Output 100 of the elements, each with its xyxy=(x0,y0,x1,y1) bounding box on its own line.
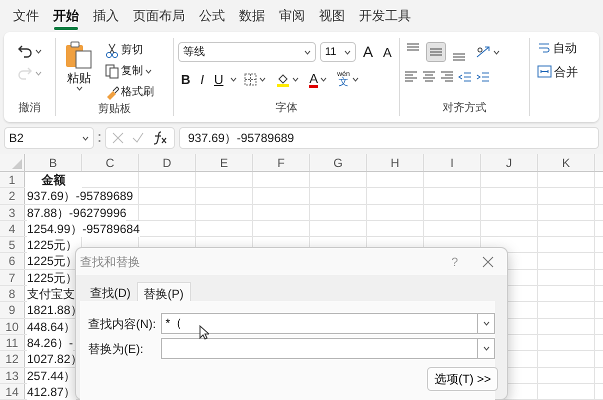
merge-cells-icon xyxy=(537,65,552,78)
paste-button[interactable]: 粘贴 xyxy=(60,38,98,101)
options-button[interactable]: 选项(T) >> xyxy=(427,367,498,391)
dialog-tab[interactable]: 替换(P) xyxy=(136,282,191,301)
font-size-dropdown[interactable]: 11 xyxy=(320,42,356,62)
row-header[interactable]: 2 xyxy=(0,188,25,204)
row-header[interactable]: 7 xyxy=(0,270,25,286)
row-header[interactable]: 5 xyxy=(0,237,25,252)
formula-field[interactable]: 937.69）-95789689 xyxy=(179,127,599,149)
brush-icon xyxy=(105,85,119,100)
column-header[interactable]: G xyxy=(310,154,367,171)
copy-icon xyxy=(105,64,119,79)
caret-icon xyxy=(482,321,490,326)
clipboard-icon xyxy=(64,40,94,70)
cell-text: 支付宝支 xyxy=(27,286,75,302)
caret-icon xyxy=(82,136,89,140)
cell-text: 1225元） xyxy=(27,270,78,286)
group-label: 剪贴板 xyxy=(97,102,132,117)
field-label: 替换为(E): xyxy=(88,340,144,358)
row-header[interactable]: 10 xyxy=(0,318,25,334)
cell-text: 金额 xyxy=(25,172,82,188)
angled-text-icon xyxy=(475,45,491,59)
align-left-icon[interactable] xyxy=(404,70,418,84)
ribbon-tab[interactable]: 开始 xyxy=(46,2,86,30)
align-right-icon[interactable] xyxy=(440,70,454,84)
font-name-dropdown[interactable]: 等线 xyxy=(178,42,316,62)
italic-button[interactable]: I xyxy=(197,72,208,87)
column-header[interactable]: F xyxy=(253,154,310,171)
scissors-icon xyxy=(105,43,119,58)
font-color-button[interactable]: A xyxy=(306,70,330,88)
outdent-icon[interactable] xyxy=(458,70,472,84)
format-painter-button[interactable]: 格式刷 xyxy=(102,84,157,101)
column-header[interactable]: H xyxy=(367,154,424,171)
row-header[interactable]: 14 xyxy=(0,384,25,400)
group-label: 撤消 xyxy=(18,100,42,116)
caret-icon xyxy=(259,77,266,82)
row-header[interactable]: 4 xyxy=(0,220,25,236)
mouse-pointer-icon xyxy=(199,325,209,340)
underline-button[interactable]: U xyxy=(211,72,226,87)
column-header[interactable]: J xyxy=(481,154,538,171)
row-header[interactable]: 12 xyxy=(0,351,25,367)
caret-icon xyxy=(230,77,238,82)
group-label: 字体 xyxy=(274,100,298,116)
dialog-tab[interactable]: 查找(D) xyxy=(84,282,137,301)
caret-icon xyxy=(35,70,42,76)
row-header[interactable]: 13 xyxy=(0,368,25,383)
row-header[interactable]: 1 xyxy=(0,172,25,188)
column-header[interactable]: C xyxy=(82,154,139,171)
column-header[interactable]: D xyxy=(139,154,196,171)
row-header[interactable]: 11 xyxy=(0,334,25,350)
grow-font-button[interactable]: A xyxy=(360,44,376,60)
cell-text: 87.88）-96279996 xyxy=(27,204,126,221)
close-icon xyxy=(482,256,494,268)
caret-icon xyxy=(344,50,351,54)
caret-icon xyxy=(482,346,490,351)
cell-text: 937.69）-95789689 xyxy=(27,188,134,204)
check-icon[interactable] xyxy=(132,132,144,144)
ribbon-tab[interactable]: 页面布局 xyxy=(126,2,192,30)
align-lines-icon xyxy=(407,43,419,51)
redo-icon xyxy=(17,65,33,81)
ribbon-tab[interactable]: 公式 xyxy=(192,2,232,30)
caret-icon xyxy=(493,50,500,54)
align-lines-icon xyxy=(453,53,465,61)
field-label: 查找内容(N): xyxy=(88,316,157,332)
caret-icon xyxy=(35,48,42,54)
ribbon-tab[interactable]: 视图 xyxy=(312,2,352,30)
row-header[interactable]: 9 xyxy=(0,302,25,318)
cell-text: 1225元） xyxy=(27,237,78,254)
row-header[interactable]: 8 xyxy=(0,286,25,302)
wrap-text-button[interactable]: 自动 xyxy=(534,40,581,56)
merge-button[interactable]: 合并 xyxy=(534,64,581,79)
ribbon-tab[interactable]: 开发工具 xyxy=(352,2,418,30)
caret-icon xyxy=(352,77,359,82)
indent-icon[interactable] xyxy=(476,70,490,84)
column-header[interactable]: E xyxy=(196,154,253,171)
combo-field[interactable]: *（ xyxy=(161,313,477,334)
cut-button[interactable]: 剪切 xyxy=(102,42,157,59)
function-icon[interactable] xyxy=(152,131,168,145)
ribbon-tab[interactable]: 数据 xyxy=(232,2,272,30)
caret-icon xyxy=(320,77,328,82)
name-box[interactable]: B2 xyxy=(4,127,94,149)
row-header[interactable]: 6 xyxy=(0,253,25,269)
group-label: 对齐方式 xyxy=(442,100,488,116)
column-header[interactable]: K xyxy=(538,154,595,171)
combo-field[interactable] xyxy=(161,338,477,359)
ribbon-tab[interactable]: 审阅 xyxy=(272,2,312,30)
undo-icon xyxy=(17,43,33,59)
column-header[interactable]: I xyxy=(424,154,481,171)
ribbon-tab[interactable]: 文件 xyxy=(6,2,46,30)
row-header[interactable]: 3 xyxy=(0,204,25,220)
ribbon-tab[interactable]: 插入 xyxy=(86,2,126,30)
align-center-icon[interactable] xyxy=(422,70,436,84)
align-lines-icon xyxy=(430,48,442,56)
borders-icon xyxy=(244,73,258,86)
column-header[interactable]: B xyxy=(25,154,82,171)
shrink-font-button[interactable]: A xyxy=(380,44,395,60)
vertical-align-button[interactable] xyxy=(426,42,446,62)
copy-button[interactable]: 复制 xyxy=(102,63,157,80)
bold-button[interactable]: B xyxy=(178,72,194,87)
wrap-text-icon xyxy=(537,41,551,55)
